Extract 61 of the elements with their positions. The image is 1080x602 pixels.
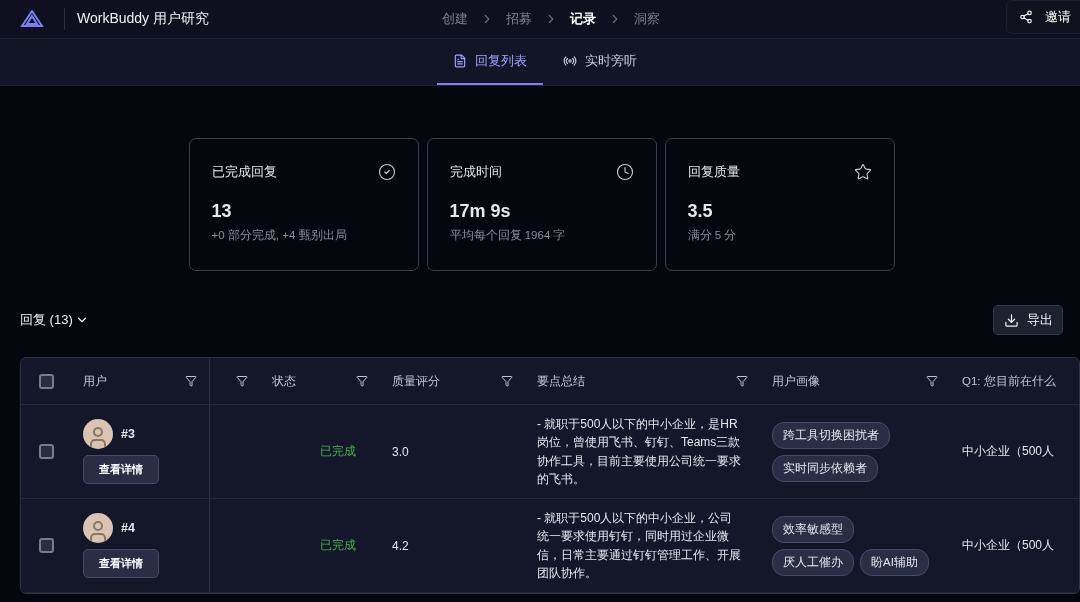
filter-icon[interactable] <box>356 375 368 387</box>
filter-icon[interactable] <box>736 375 748 387</box>
step-link[interactable]: 招募 <box>506 10 532 28</box>
filter-icon[interactable] <box>185 375 197 387</box>
filter-icon[interactable] <box>926 375 938 387</box>
status-text: 已完成 <box>319 443 356 460</box>
persona-tag: 跨工具切换困扰者 <box>772 421 890 449</box>
details-button[interactable]: 查看详情 <box>83 549 159 578</box>
summary-text: - 就职于500人以下的中小企业，是HR岗位，曾使用飞书、钉钉、Teams三款协作工具，目前主要使用公司统一要求的飞书。 <box>537 415 741 488</box>
details-button[interactable]: 查看详情 <box>83 455 159 484</box>
download-icon <box>1003 312 1019 328</box>
responses-dropdown[interactable]: 回复 (13) <box>20 311 89 329</box>
score-text: 4.2 <box>392 538 409 553</box>
clock-icon <box>615 163 634 181</box>
stat-note: +0 部分完成, +4 甄别出局 <box>211 228 348 243</box>
stat-value: 13 <box>211 201 233 222</box>
summary-text: - 就职于500人以下的中小企业，公司统一要求使用钉钉，同时用过企业微信，日常主要通过钉钉管理工作、开展团队协作。 <box>537 509 741 582</box>
column-header: Q1: 您目前在什么 <box>962 373 1056 389</box>
stat-value: 3.5 <box>687 201 714 222</box>
broadcast-icon <box>563 54 577 68</box>
app-title: WorkBuddy 用户研究 <box>77 10 209 28</box>
filter-icon[interactable] <box>236 375 248 387</box>
check-circle-icon <box>377 163 396 181</box>
persona-tag: 效率敏感型 <box>772 515 854 543</box>
checkbox[interactable] <box>39 538 54 553</box>
export-button[interactable]: 导出 <box>993 305 1063 335</box>
column-header: 要点总结 <box>537 373 585 389</box>
step-link[interactable]: 创建 <box>442 10 468 28</box>
persona-tag: 实时同步依赖者 <box>772 454 878 482</box>
stat-note: 满分 5 分 <box>687 228 738 243</box>
star-icon <box>853 163 872 181</box>
column-header: 用户画像 <box>772 373 820 389</box>
checkbox[interactable] <box>39 444 54 459</box>
avatar-icon <box>83 513 113 543</box>
checkbox[interactable] <box>39 373 54 389</box>
tab[interactable]: 实时旁听 <box>547 39 653 85</box>
answer-text: 中小企业（500人 <box>962 537 1055 554</box>
stat-note: 平均每个回复 1964 字 <box>449 228 567 243</box>
avatar-icon <box>83 419 113 449</box>
user-id: #3 <box>121 427 135 441</box>
persona-tag: 盼AI辅助 <box>860 548 929 576</box>
tab[interactable]: 回复列表 <box>437 39 543 85</box>
score-text: 3.0 <box>392 444 409 459</box>
answer-text: 中小企业（500人 <box>962 443 1055 460</box>
status-text: 已完成 <box>319 537 356 554</box>
column-header: 状态 <box>272 373 296 389</box>
persona-tag: 厌人工催办 <box>772 548 854 576</box>
column-header: 质量评分 <box>392 373 440 389</box>
user-id: #4 <box>121 521 135 535</box>
logo-icon <box>20 10 44 28</box>
document-icon <box>453 54 467 68</box>
filter-icon[interactable] <box>501 375 513 387</box>
step-link[interactable]: 记录 <box>570 10 596 28</box>
step-link[interactable]: 洞察 <box>634 10 660 28</box>
stat-title: 已完成回复 <box>211 163 277 181</box>
stat-title: 回复质量 <box>687 163 740 181</box>
share-icon <box>1019 10 1033 24</box>
stat-title: 完成时间 <box>449 163 502 181</box>
invite-button[interactable]: 邀请 <box>1006 0 1080 34</box>
stat-value: 17m 9s <box>449 201 512 222</box>
column-header: 用户 <box>83 373 107 389</box>
